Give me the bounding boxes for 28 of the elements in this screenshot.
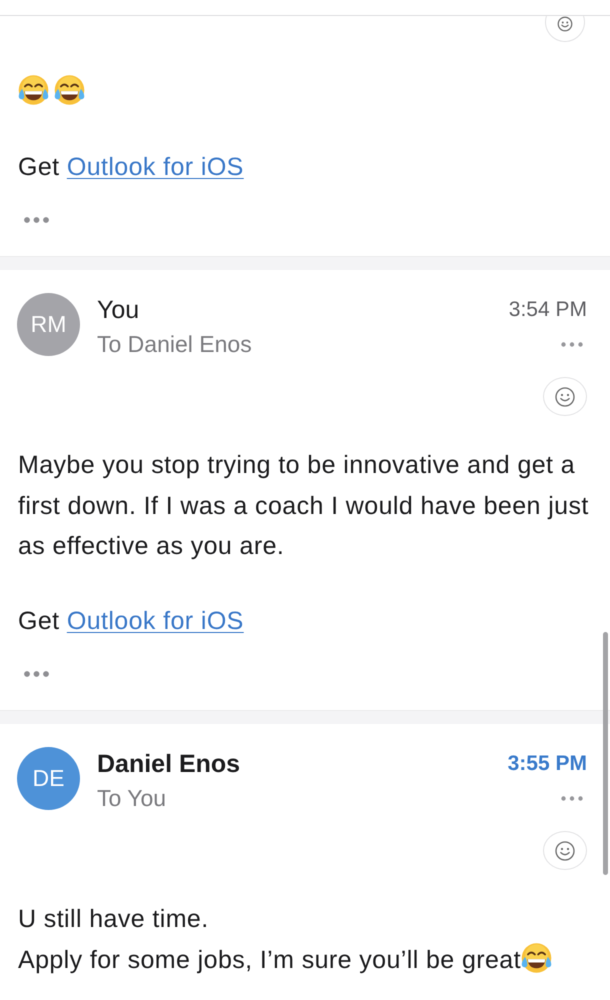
avatar: DE	[17, 747, 80, 810]
sender-name: Daniel Enos	[97, 749, 240, 780]
smiley-icon	[555, 386, 575, 406]
more-icon[interactable]	[561, 796, 583, 800]
message-text: Get Outlook for iOS	[18, 606, 244, 636]
ellipsis-icon[interactable]	[24, 671, 49, 677]
laughing-face-icon	[520, 942, 552, 972]
timestamp: 3:55 PM	[508, 751, 587, 777]
recipient-text: To Daniel Enos	[97, 330, 252, 359]
message-text: U still have time.	[18, 905, 209, 933]
recipient-text: To You	[97, 784, 166, 813]
smiley-icon	[558, 16, 572, 32]
signature-link[interactable]: Outlook for iOS	[66, 606, 244, 634]
message-text: Maybe you stop trying to be innovative and get a first down. If I was a coach I would have been just as effective as you are.	[18, 451, 589, 560]
more-icon[interactable]	[561, 342, 583, 346]
reaction-button[interactable]	[543, 16, 587, 42]
message-text: Get Outlook for iOS	[18, 152, 244, 182]
signature-link[interactable]: Outlook for iOS	[66, 152, 244, 180]
avatar: RM	[17, 293, 80, 356]
laughing-face-icon	[18, 75, 49, 105]
sender-name: You	[97, 295, 140, 326]
ellipsis-icon[interactable]	[24, 217, 49, 223]
reaction-button[interactable]	[543, 377, 587, 416]
message-text: Apply for some jobs, I’m sure you’ll be great	[18, 946, 521, 974]
timestamp: 3:54 PM	[508, 297, 587, 323]
smiley-icon	[555, 840, 575, 860]
reaction-button[interactable]	[543, 831, 587, 870]
laughing-face-icon	[54, 75, 85, 105]
